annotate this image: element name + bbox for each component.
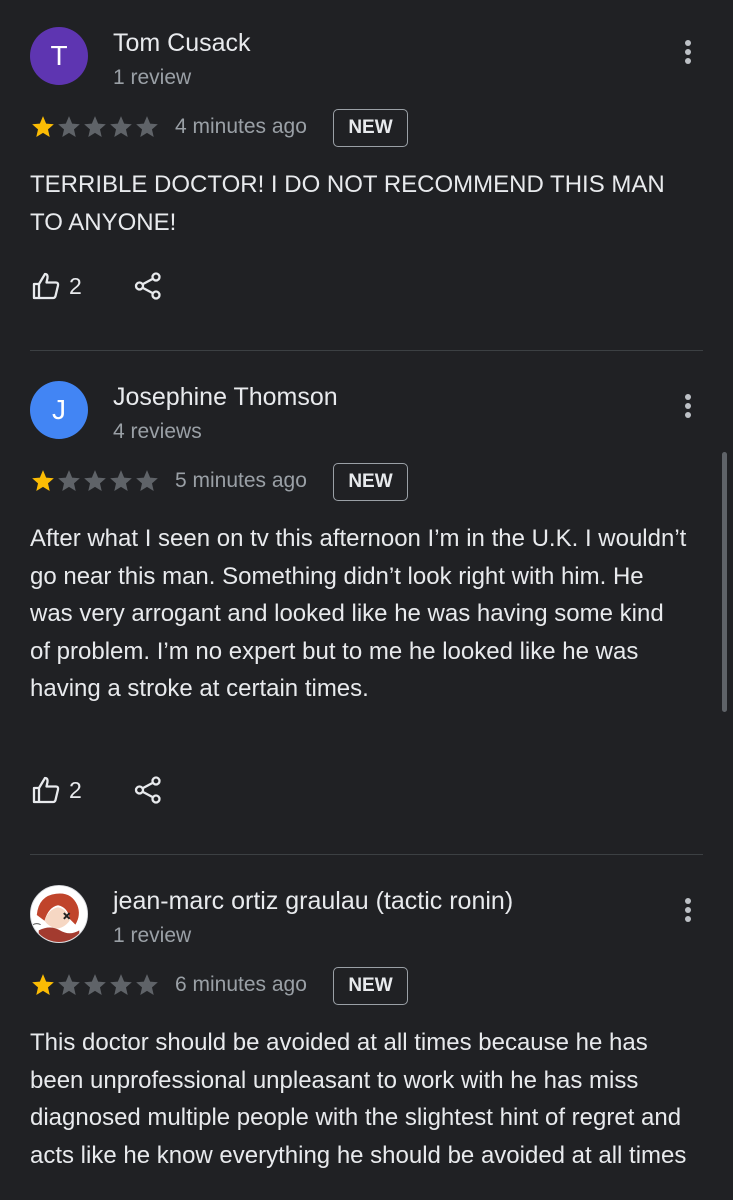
review-actions: 2 — [30, 270, 164, 302]
more-vert-icon[interactable] — [672, 390, 704, 422]
star-rating — [30, 114, 160, 140]
more-vert-icon[interactable] — [672, 36, 704, 68]
star-icon — [110, 116, 132, 137]
share-icon[interactable] — [132, 774, 164, 806]
review-time: 6 minutes ago — [175, 973, 307, 996]
scrollbar[interactable] — [722, 452, 727, 712]
star-icon — [136, 974, 158, 995]
review-actions: 2 — [30, 774, 164, 806]
anime-character-avatar-image — [31, 886, 87, 942]
avatar[interactable] — [30, 885, 88, 943]
new-badge: NEW — [333, 463, 408, 501]
review-text: This doctor should be avoided at all tim… — [30, 1029, 687, 1169]
star-icon — [58, 470, 80, 491]
thumbs-up-icon — [32, 272, 60, 300]
review-text: After what I seen on tv this afternoon I… — [30, 525, 687, 702]
star-icon — [136, 470, 158, 491]
like-count: 2 — [69, 272, 82, 299]
reviewer-review-count: 1 review — [113, 66, 192, 89]
like-button[interactable]: 2 — [30, 270, 82, 302]
divider — [30, 350, 703, 351]
avatar-letter: J — [52, 394, 66, 425]
star-icon — [84, 974, 106, 995]
star-icon — [58, 974, 80, 995]
star-icon — [110, 974, 132, 995]
review-card-3: jean-marc ortiz graulau (tactic ronin) 1… — [0, 858, 733, 1200]
reviewer-name[interactable]: Josephine Thomson — [113, 383, 338, 412]
star-icon — [84, 116, 106, 137]
avatar-letter: T — [50, 40, 68, 71]
review-time: 5 minutes ago — [175, 469, 307, 492]
review-text: TERRIBLE DOCTOR! I DO NOT RECOMMEND THIS… — [30, 171, 665, 236]
review-time: 4 minutes ago — [175, 115, 307, 138]
star-rating — [30, 972, 160, 998]
star-rating — [30, 468, 160, 494]
star-icon — [136, 116, 158, 137]
new-badge: NEW — [333, 967, 408, 1005]
new-badge: NEW — [333, 109, 408, 147]
more-vert-icon[interactable] — [672, 894, 704, 926]
share-icon[interactable] — [132, 270, 164, 302]
avatar[interactable]: J — [30, 381, 88, 439]
reviewer-name[interactable]: jean-marc ortiz graulau (tactic ronin) — [113, 887, 513, 916]
star-icon — [84, 470, 106, 491]
star-icon — [32, 470, 54, 491]
star-icon — [58, 116, 80, 137]
avatar[interactable]: T — [30, 27, 88, 85]
like-button[interactable]: 2 — [30, 774, 82, 806]
thumbs-up-icon — [32, 776, 60, 804]
reviewer-review-count: 1 review — [113, 924, 192, 947]
review-card-2: J Josephine Thomson 4 reviews 5 minutes … — [0, 354, 733, 858]
star-icon — [32, 974, 54, 995]
star-icon — [32, 116, 54, 137]
reviewer-name[interactable]: Tom Cusack — [113, 29, 251, 58]
divider — [30, 854, 703, 855]
like-count: 2 — [69, 776, 82, 803]
reviewer-review-count: 4 reviews — [113, 420, 202, 443]
star-icon — [110, 470, 132, 491]
